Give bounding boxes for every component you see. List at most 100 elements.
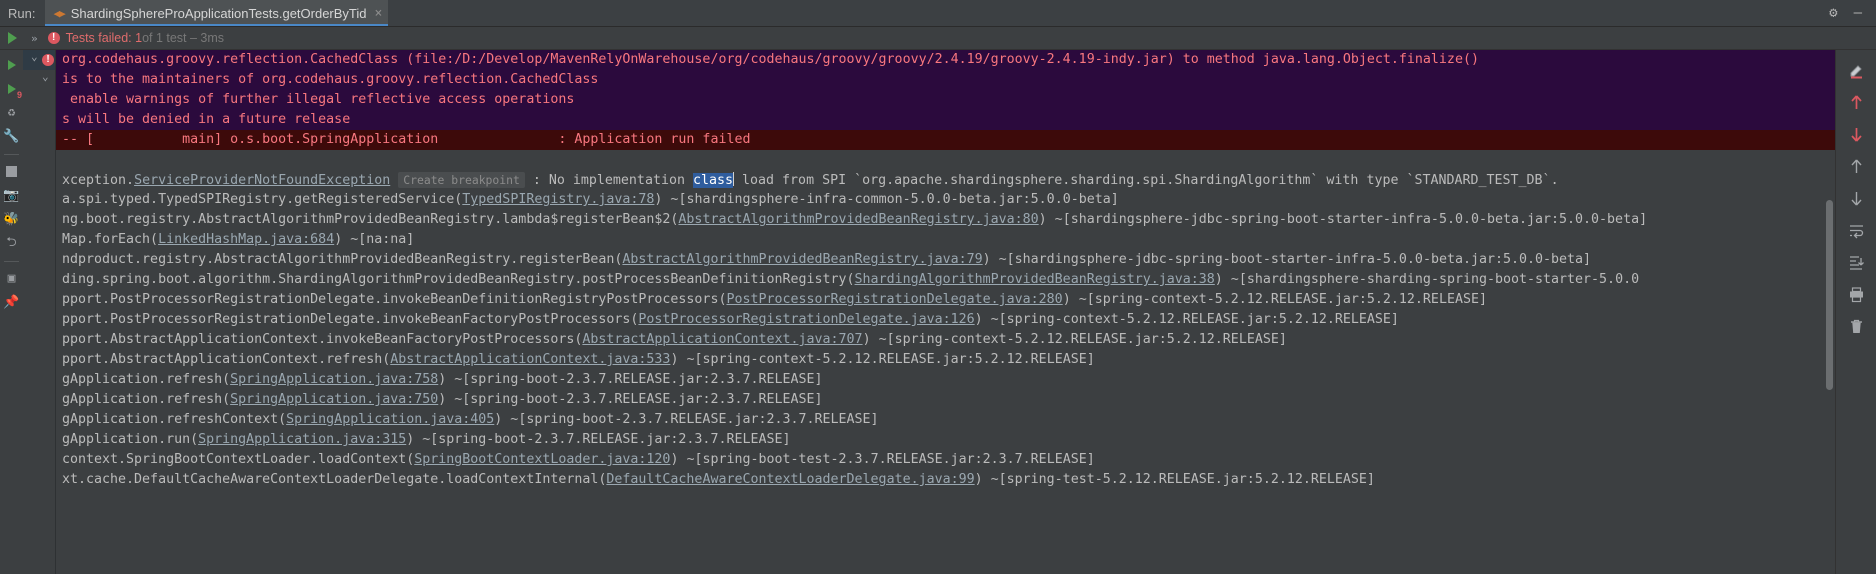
run-console-area: 9 ♻ 🔧 📷 🐝 ⮌ ▣ 📌 ⌄ ! ⌄ org.codehaus.groov… xyxy=(0,50,1876,574)
run-tab[interactable]: ◀▶ ShardingSphereProApplicationTests.get… xyxy=(45,0,389,26)
fold-chevron-icon-2[interactable]: ⌄ xyxy=(42,70,49,83)
expand-chevron-icon[interactable]: » xyxy=(31,32,38,45)
stacktrace-link[interactable]: SpringApplication.java:405 xyxy=(286,412,494,427)
minimize-icon[interactable]: — xyxy=(1854,6,1862,20)
console-text: is to the maintainers of org.codehaus.gr… xyxy=(62,72,599,87)
stacktrace-link[interactable]: AbstractAlgorithmProvidedBeanRegistry.ja… xyxy=(678,212,1038,227)
console-text: ) ~[spring-context-5.2.12.RELEASE.jar:5.… xyxy=(670,352,1095,367)
stacktrace-link[interactable]: DefaultCacheAwareContextLoaderDelegate.j… xyxy=(606,472,974,487)
console-text: context.SpringBootContextLoader.loadCont… xyxy=(62,452,415,467)
stacktrace-link[interactable]: SpringApplication.java:315 xyxy=(198,432,406,447)
console-text: ) ~[na:na] xyxy=(334,232,415,247)
stacktrace-link[interactable]: PostProcessorRegistrationDelegate.java:2… xyxy=(726,292,1062,307)
print-icon[interactable] xyxy=(1843,280,1869,308)
debug-bug-icon[interactable]: 🐝 xyxy=(2,209,21,230)
console-text: gApplication.run( xyxy=(62,432,199,447)
scroll-down-icon[interactable] xyxy=(1843,184,1869,212)
console-text: ) ~[spring-boot-2.3.7.RELEASE.jar:2.3.7.… xyxy=(406,432,791,447)
stacktrace-link[interactable]: LinkedHashMap.java:684 xyxy=(158,232,334,247)
gutter-error-icon: ! xyxy=(42,54,54,66)
clear-all-trash-icon[interactable] xyxy=(1843,312,1869,340)
create-breakpoint-hint[interactable]: Create breakpoint xyxy=(398,172,525,188)
console-line: Map.forEach(LinkedHashMap.java:684) ~[na… xyxy=(56,230,1835,250)
scroll-to-end-icon[interactable] xyxy=(1843,248,1869,276)
stacktrace-link[interactable]: AbstractApplicationContext.java:707 xyxy=(582,332,862,347)
close-icon[interactable]: × xyxy=(375,6,383,21)
soft-wrap-icon[interactable] xyxy=(1843,216,1869,244)
tests-total-text: of 1 test – 3ms xyxy=(142,31,225,45)
console-text: xt.cache.DefaultCacheAwareContextLoaderD… xyxy=(62,472,607,487)
console-line: pport.AbstractApplicationContext.invokeB… xyxy=(56,330,1835,350)
console-text: ) ~[shardingsphere-jdbc-spring-boot-star… xyxy=(982,252,1592,267)
console-line: gApplication.refresh(SpringApplication.j… xyxy=(56,390,1835,410)
console-line: a.spi.typed.TypedSPIRegistry.getRegister… xyxy=(56,190,1835,210)
console-text: xception. xyxy=(62,173,135,188)
next-occurrence-icon[interactable] xyxy=(1843,120,1869,148)
console-text: ) ~[spring-boot-test-2.3.7.RELEASE.jar:2… xyxy=(670,452,1095,467)
pin-tab-icon[interactable]: 📌 xyxy=(2,292,21,313)
stacktrace-link[interactable]: AbstractAlgorithmProvidedBeanRegistry.ja… xyxy=(622,252,982,267)
console-line: context.SpringBootContextLoader.loadCont… xyxy=(56,450,1835,470)
console-line: xt.cache.DefaultCacheAwareContextLoaderD… xyxy=(56,470,1835,490)
stacktrace-link[interactable]: SpringApplication.java:758 xyxy=(230,372,438,387)
previous-occurrence-icon[interactable] xyxy=(1843,88,1869,116)
console-line: pport.PostProcessorRegistrationDelegate.… xyxy=(56,310,1835,330)
console-text: ) ~[shardingsphere-sharding-spring-boot-… xyxy=(1214,272,1640,287)
console-text: ) ~[shardingsphere-jdbc-spring-boot-star… xyxy=(1038,212,1648,227)
gear-icon[interactable]: ⚙ xyxy=(1829,6,1837,20)
console-text: org.codehaus.groovy.reflection.CachedCla… xyxy=(62,52,1479,67)
stacktrace-link[interactable]: SpringApplication.java:750 xyxy=(230,392,438,407)
rerun-failed-badge: 9 xyxy=(16,90,22,100)
import-test-results-icon[interactable]: ⮌ xyxy=(2,233,21,254)
layout-settings-icon[interactable]: ▣ xyxy=(2,268,21,289)
stacktrace-link[interactable]: ShardingAlgorithmProvidedBeanRegistry.ja… xyxy=(855,272,1215,287)
stacktrace-link[interactable]: TypedSPIRegistry.java:78 xyxy=(462,192,654,207)
console-text: ) ~[spring-context-5.2.12.RELEASE.jar:5.… xyxy=(974,312,1399,327)
toolbar-divider xyxy=(4,154,19,155)
selected-text[interactable]: class xyxy=(692,173,734,188)
console-line: ndproduct.registry.AbstractAlgorithmProv… xyxy=(56,250,1835,270)
console-text: ) ~[spring-context-5.2.12.RELEASE.jar:5.… xyxy=(862,332,1287,347)
console-line: ding.spring.boot.algorithm.ShardingAlgor… xyxy=(56,270,1835,290)
console-text: ng.boot.registry.AbstractAlgorithmProvid… xyxy=(62,212,679,227)
console-text: : No implementation xyxy=(524,173,693,188)
scroll-up-icon[interactable] xyxy=(1843,152,1869,180)
console-line: enable warnings of further illegal refle… xyxy=(56,90,1835,110)
console-line: gApplication.run(SpringApplication.java:… xyxy=(56,430,1835,450)
fold-chevron-icon-1[interactable]: ⌄ xyxy=(31,50,38,63)
console-text: ndproduct.registry.AbstractAlgorithmProv… xyxy=(62,252,623,267)
toggle-auto-test-icon[interactable]: ♻ xyxy=(2,102,21,123)
camera-icon[interactable]: 📷 xyxy=(2,185,21,206)
stop-button[interactable] xyxy=(2,161,21,182)
console-line: gApplication.refresh(SpringApplication.j… xyxy=(56,370,1835,390)
console-text: load from SPI `org.apache.shardingsphere… xyxy=(734,173,1559,188)
run-toolbar: Run: ◀▶ ShardingSphereProApplicationTest… xyxy=(0,0,1876,27)
right-toolbar xyxy=(1835,50,1876,574)
console-line: pport.AbstractApplicationContext.refresh… xyxy=(56,350,1835,370)
test-status-bar: » ! Tests failed: 1 of 1 test – 3ms xyxy=(0,27,1876,50)
stacktrace-link[interactable]: AbstractApplicationContext.java:533 xyxy=(390,352,670,367)
rerun-button[interactable] xyxy=(2,54,21,75)
toolbar-divider-2 xyxy=(4,261,19,262)
console-output[interactable]: org.codehaus.groovy.reflection.CachedCla… xyxy=(56,50,1835,574)
console-text: pport.PostProcessorRegistrationDelegate.… xyxy=(62,292,727,307)
stacktrace-link[interactable]: SpringBootContextLoader.java:120 xyxy=(414,452,670,467)
console-text: ) ~[spring-boot-2.3.7.RELEASE.jar:2.3.7.… xyxy=(494,412,879,427)
rerun-failed-tests-button[interactable]: 9 xyxy=(2,78,22,100)
console-text: gApplication.refreshContext( xyxy=(62,412,287,427)
error-badge-icon: ! xyxy=(47,32,60,44)
stacktrace-link[interactable]: PostProcessorRegistrationDelegate.java:1… xyxy=(638,312,974,327)
console-text: ) ~[spring-context-5.2.12.RELEASE.jar:5.… xyxy=(1062,292,1487,307)
console-line: gApplication.refreshContext(SpringApplic… xyxy=(56,410,1835,430)
console-text: pport.AbstractApplicationContext.refresh… xyxy=(62,352,391,367)
vertical-scrollbar[interactable] xyxy=(1826,200,1833,390)
stacktrace-link[interactable]: ServiceProviderNotFoundException xyxy=(134,173,390,188)
highlighter-icon[interactable] xyxy=(1843,56,1869,84)
run-icon[interactable] xyxy=(8,32,17,44)
console-lines: org.codehaus.groovy.reflection.CachedCla… xyxy=(56,50,1835,490)
console-line: xception.ServiceProviderNotFoundExceptio… xyxy=(56,170,1835,190)
left-toolbar: 9 ♻ 🔧 📷 🐝 ⮌ ▣ 📌 xyxy=(0,50,23,574)
wrench-icon[interactable]: 🔧 xyxy=(2,126,21,147)
run-label: Run: xyxy=(8,5,36,21)
